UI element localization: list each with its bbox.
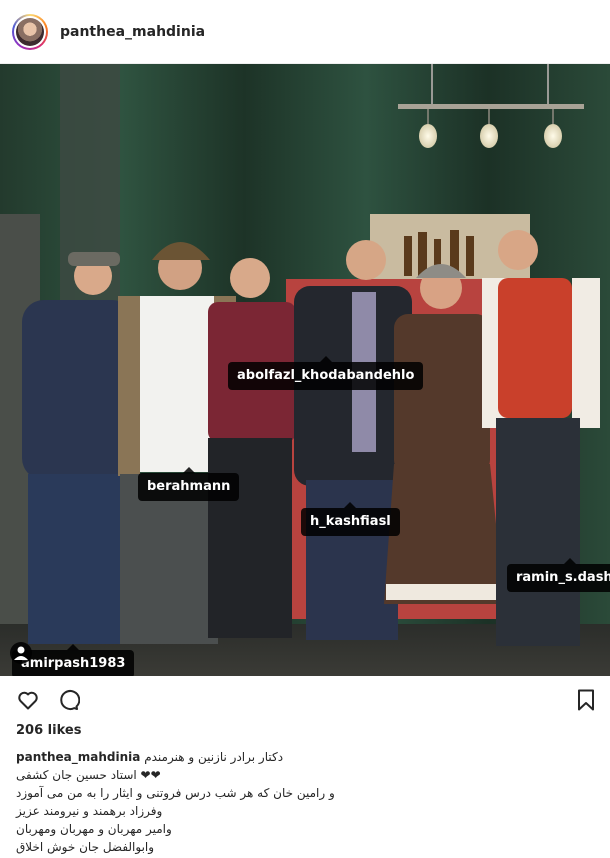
post-caption: panthea_mahdinia دکتار برادر نازنین و هن… — [16, 748, 596, 856]
caption-line: panthea_mahdinia دکتار برادر نازنین و هن… — [16, 748, 596, 766]
user-icon[interactable] — [10, 642, 32, 664]
user-tag[interactable]: abolfazl_khodabandehlo — [228, 356, 424, 390]
likes-count[interactable]: 206 likes — [16, 722, 81, 740]
post-photo[interactable]: abolfazl_khodabandehlo berahmann h_kashf… — [0, 64, 610, 676]
comment-icon[interactable] — [56, 688, 81, 712]
caption-line: وفرزاد برهمند و نیرومند عزیز — [16, 804, 163, 818]
caption-line: و رامین خان که هر شب درس فروتنی و ایثار … — [16, 786, 335, 800]
post-username[interactable]: panthea_mahdinia — [60, 23, 205, 41]
caption-line: وابوالفضل جان خوش اخلاق — [16, 840, 155, 854]
user-tag[interactable]: berahmann — [138, 467, 240, 501]
caption-line: ❤❤ استاد حسین جان کشفی — [16, 768, 161, 782]
avatar[interactable] — [12, 14, 48, 50]
user-tag[interactable]: h_kashfiasl — [301, 502, 400, 536]
caption-line: وامیر مهربان و مهربان ومهربان — [16, 822, 172, 836]
action-bar — [0, 676, 610, 724]
heart-icon[interactable] — [16, 688, 40, 712]
bookmark-icon[interactable] — [574, 688, 598, 712]
caption-text: دکتار برادر نازنین و هنرمندم — [144, 750, 284, 764]
caption-username[interactable]: panthea_mahdinia — [16, 750, 140, 764]
user-tag[interactable]: ramin_s.dashti — [507, 558, 610, 592]
post-header: panthea_mahdinia — [0, 0, 610, 64]
